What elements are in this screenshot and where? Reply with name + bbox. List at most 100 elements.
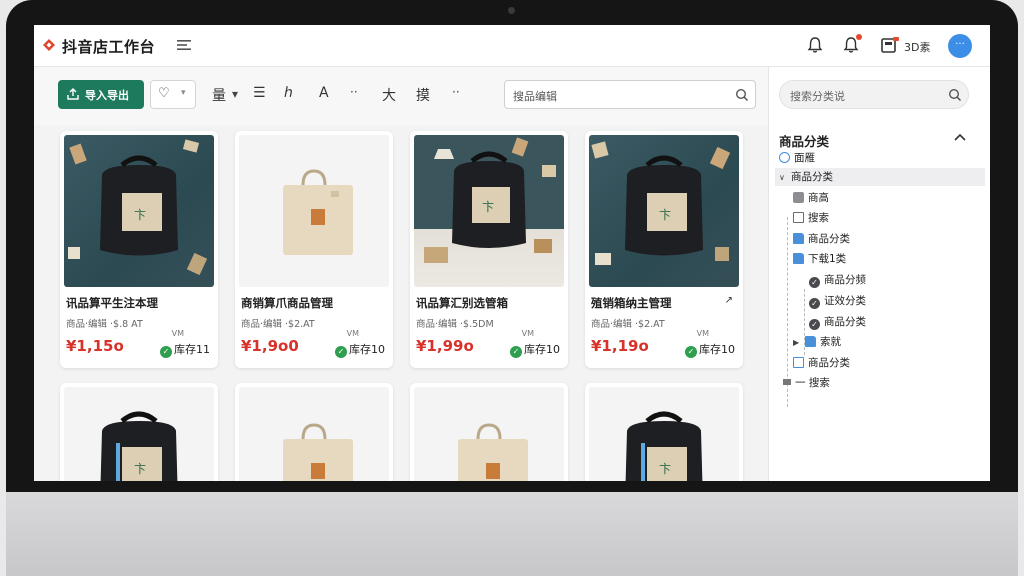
product-price: ¥1,15o [66, 337, 124, 355]
check-icon: ✓ [685, 346, 697, 358]
chevron-down-icon[interactable]: ▾ [232, 87, 238, 101]
product-image [414, 387, 564, 481]
tag-filter-select[interactable]: ♡ ▾ [150, 80, 196, 109]
tree-item[interactable]: 面雁 [779, 149, 815, 167]
tree-item[interactable]: ✓ 证效分类 [809, 292, 866, 310]
product-vm: VM [171, 329, 184, 338]
stock-badge: ✓ 库存10 [685, 341, 735, 358]
product-card[interactable] [410, 383, 568, 481]
stock-badge: ✓ 库存11 [160, 341, 210, 358]
product-card[interactable]: 卞 讯品算平生注本理 商品·编辑 ·$.8 AT VM ¥1,15o ✓ 库存11 [60, 131, 218, 368]
avatar[interactable]: ··· [948, 34, 972, 58]
tool-font[interactable]: A [319, 85, 329, 101]
product-title: 讯品算平生注本理 [66, 296, 158, 310]
upload-icon [67, 88, 79, 100]
folder-icon [793, 253, 804, 264]
app-window: 抖音店工作台 3D素 ··· 导入导出 ♡ ▾ 量 ▾ ☰ ℎ A ·· 大 摸… [34, 25, 990, 481]
product-price: ¥1,19o [591, 337, 649, 355]
search-icon[interactable] [948, 88, 962, 102]
category-search-input[interactable]: 搜索分类说 [779, 80, 969, 109]
tree-item[interactable]: 一 搜索 [783, 374, 830, 392]
tool-height[interactable]: ℎ [284, 85, 293, 101]
check-icon: ✓ [335, 346, 347, 358]
product-card[interactable]: 卞 [585, 383, 743, 481]
product-grid: 卞 讯品算平生注本理 商品·编辑 ·$.8 AT VM ¥1,15o ✓ 库存11… [34, 125, 768, 481]
category-search-placeholder: 搜索分类说 [790, 90, 845, 103]
product-meta: 商品·编辑 ·$.5DM [416, 319, 494, 330]
product-search-input[interactable]: 搜品编辑 [504, 80, 756, 109]
product-title: 殖销箱纳主管理 [591, 296, 672, 310]
product-price: ¥1,99o [416, 337, 474, 355]
share-icon[interactable]: ↗ [725, 295, 733, 306]
svg-text:卞: 卞 [659, 208, 671, 222]
tool-quantity[interactable]: 量 [212, 85, 226, 105]
caret-right-icon: ▶ [793, 338, 800, 347]
webcam [508, 7, 515, 14]
menu-toggle-icon[interactable] [176, 38, 192, 52]
check-circle-icon: ✓ [809, 298, 820, 309]
product-vm: VM [521, 329, 534, 338]
store-icon[interactable] [880, 36, 900, 54]
svg-text:卞: 卞 [659, 462, 671, 476]
product-image [239, 387, 389, 481]
tree-item[interactable]: 商高 [793, 189, 829, 207]
tool-size[interactable]: 大 [382, 85, 396, 105]
tool-list[interactable]: ☰ [253, 85, 266, 101]
tool-template[interactable]: 摸 [416, 85, 430, 105]
stock-label: 库存10 [349, 343, 385, 356]
product-image: 卞 [64, 135, 214, 287]
product-vm: VM [696, 329, 709, 338]
product-card[interactable] [235, 383, 393, 481]
tree-item-selected[interactable]: ∨ 商品分类 [775, 168, 985, 186]
product-meta: 商品·编辑 ·$.8 AT [66, 319, 143, 330]
app-title: 抖音店工作台 [62, 38, 156, 56]
category-header[interactable]: 商品分类 [779, 131, 829, 150]
product-card[interactable]: 商销算爪商品管理 商品·编辑 ·$2.AT VM ¥1,9o0 ✓ 库存10 [235, 131, 393, 368]
logo-icon [43, 39, 55, 51]
list-icon [793, 357, 804, 368]
tree-item[interactable]: 商品分类 [793, 354, 850, 372]
product-image: 卞 [414, 135, 564, 287]
search-icon[interactable] [735, 88, 749, 102]
chevron-down-icon: ▾ [181, 88, 186, 98]
check-circle-icon: ✓ [809, 319, 820, 330]
stock-badge: ✓ 库存10 [335, 341, 385, 358]
svg-text:卞: 卞 [482, 200, 494, 214]
backpack-image: 卞 [68, 139, 208, 276]
tree-item[interactable]: ▶ 索就 [793, 333, 841, 351]
monitor-chin [6, 492, 1018, 576]
stock-label: 库存10 [699, 343, 735, 356]
tag-filter-value: ♡ [158, 86, 170, 101]
store-label[interactable]: 3D素 [904, 39, 930, 55]
product-vm: VM [346, 329, 359, 338]
square-icon [793, 192, 804, 203]
tree-item[interactable]: 商品分类 [793, 230, 850, 248]
product-image: 卞 [64, 387, 214, 481]
product-card[interactable]: 卞 讯品算汇别选管箱 商品·编辑 ·$.5DM VM ¥1,99o ✓ 库存10 [410, 131, 568, 368]
tree-item[interactable]: 下载1类 [793, 250, 846, 268]
chevron-up-icon[interactable] [953, 131, 967, 143]
product-title: 商销算爪商品管理 [241, 296, 333, 310]
list-icon [793, 212, 804, 223]
product-image: 卞 [589, 135, 739, 287]
backpack-scene-image: 卞 [424, 137, 556, 263]
tote-bag-image [283, 423, 353, 481]
check-icon: ✓ [510, 346, 522, 358]
product-card[interactable]: 卞 [60, 383, 218, 481]
backpack-image: 卞 [625, 411, 703, 481]
svg-text:卞: 卞 [134, 208, 146, 222]
tool-more-2[interactable]: ·· [452, 85, 460, 99]
tree-item[interactable]: ✓ 商品分频 [809, 271, 866, 289]
notification-bell-icon[interactable] [806, 36, 824, 54]
product-image: 卞 [589, 387, 739, 481]
tool-more-1[interactable]: ·· [350, 85, 358, 99]
tree-item[interactable]: ✓ 商品分类 [809, 313, 866, 331]
tree-item[interactable]: 搜索 [793, 209, 829, 227]
import-export-button[interactable]: 导入导出 [58, 80, 144, 109]
stock-badge: ✓ 库存10 [510, 341, 560, 358]
alert-dot [856, 34, 862, 40]
caret-down-icon: ∨ [779, 173, 785, 182]
category-panel: 搜索分类说 商品分类 面雁 ∨ 商品分类 商高 搜索 商品分类 下载1类 ✓ 商品分… [768, 67, 990, 481]
product-card[interactable]: 卞 殖销箱纳主管理 ↗ 商品·编辑 ·$2.AT VM ¥1,19o ✓ 库存10 [585, 131, 743, 368]
import-export-label: 导入导出 [85, 89, 129, 102]
